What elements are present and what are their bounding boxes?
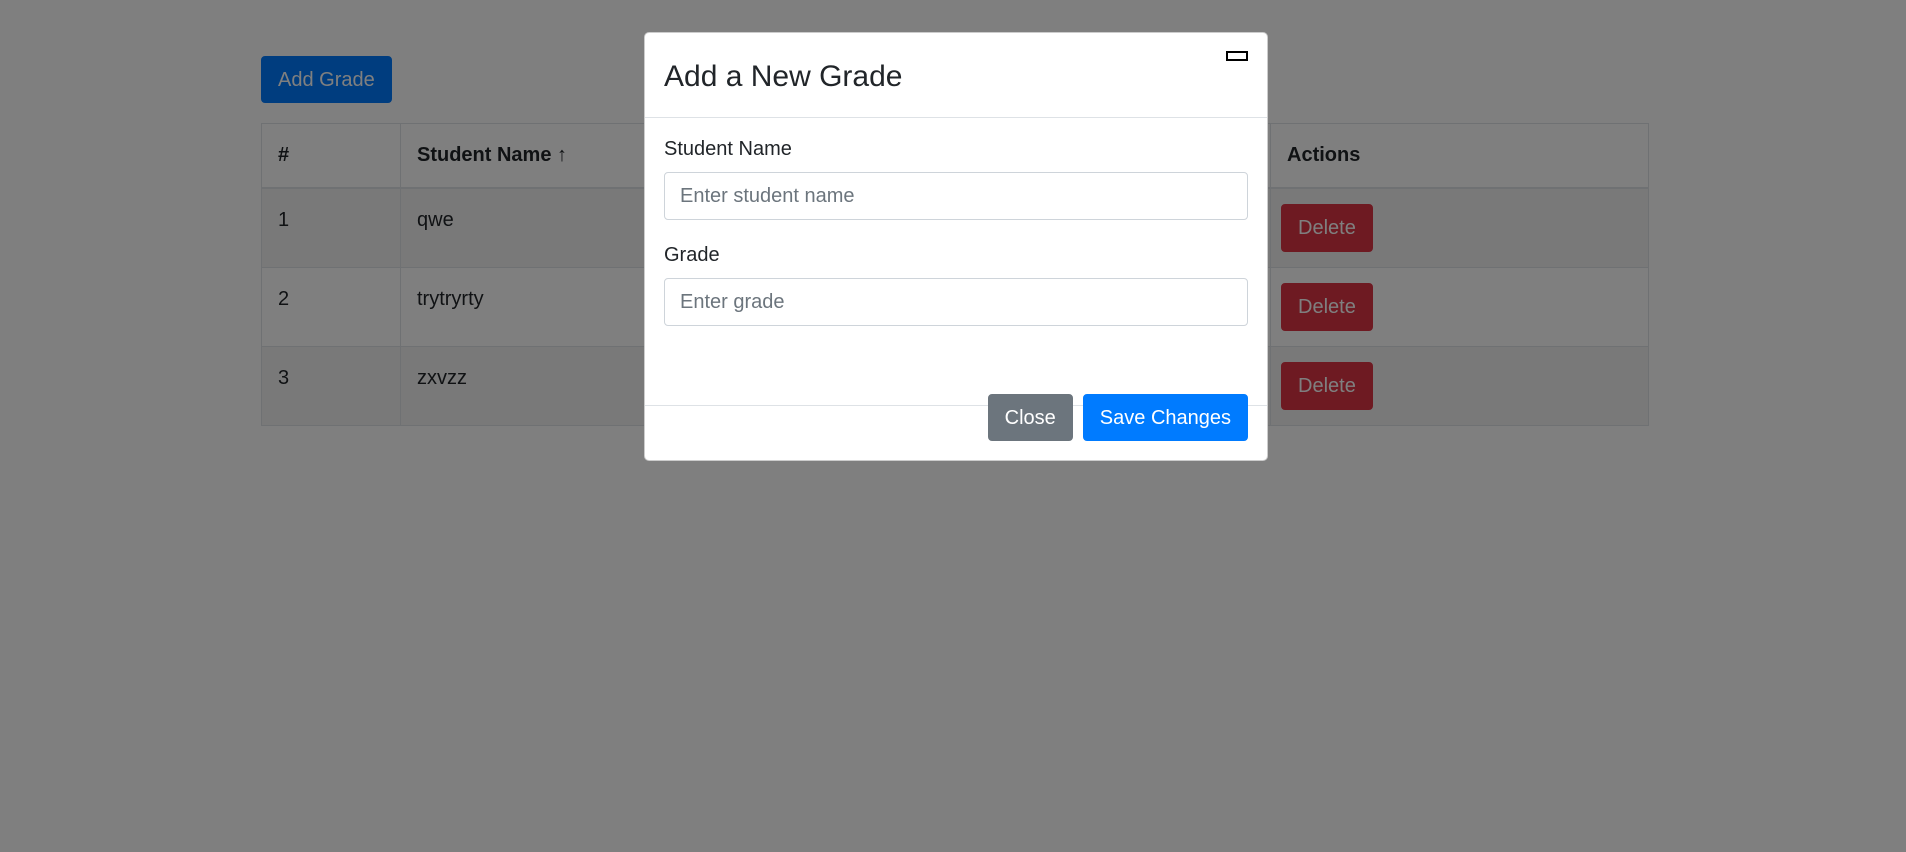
add-grade-modal: Add a New Grade Student Name Grade Close… — [644, 32, 1268, 461]
grade-group: Grade — [664, 240, 1248, 326]
page: Add Grade # Student Name ↑ Actions 1 qwe… — [0, 0, 1906, 852]
student-name-label: Student Name — [664, 138, 792, 160]
student-name-group: Student Name — [664, 134, 1248, 220]
student-name-input[interactable] — [664, 172, 1248, 220]
modal-title: Add a New Grade — [664, 60, 903, 93]
save-changes-button[interactable]: Save Changes — [1082, 394, 1248, 441]
grade-input[interactable] — [664, 278, 1248, 326]
close-icon[interactable] — [1226, 51, 1248, 61]
modal-header: Add a New Grade — [645, 33, 1267, 118]
modal-footer: Close Save Changes — [987, 394, 1248, 441]
close-button[interactable]: Close — [987, 394, 1073, 441]
modal-body: Student Name Grade — [645, 118, 1267, 406]
grade-label: Grade — [664, 244, 720, 266]
